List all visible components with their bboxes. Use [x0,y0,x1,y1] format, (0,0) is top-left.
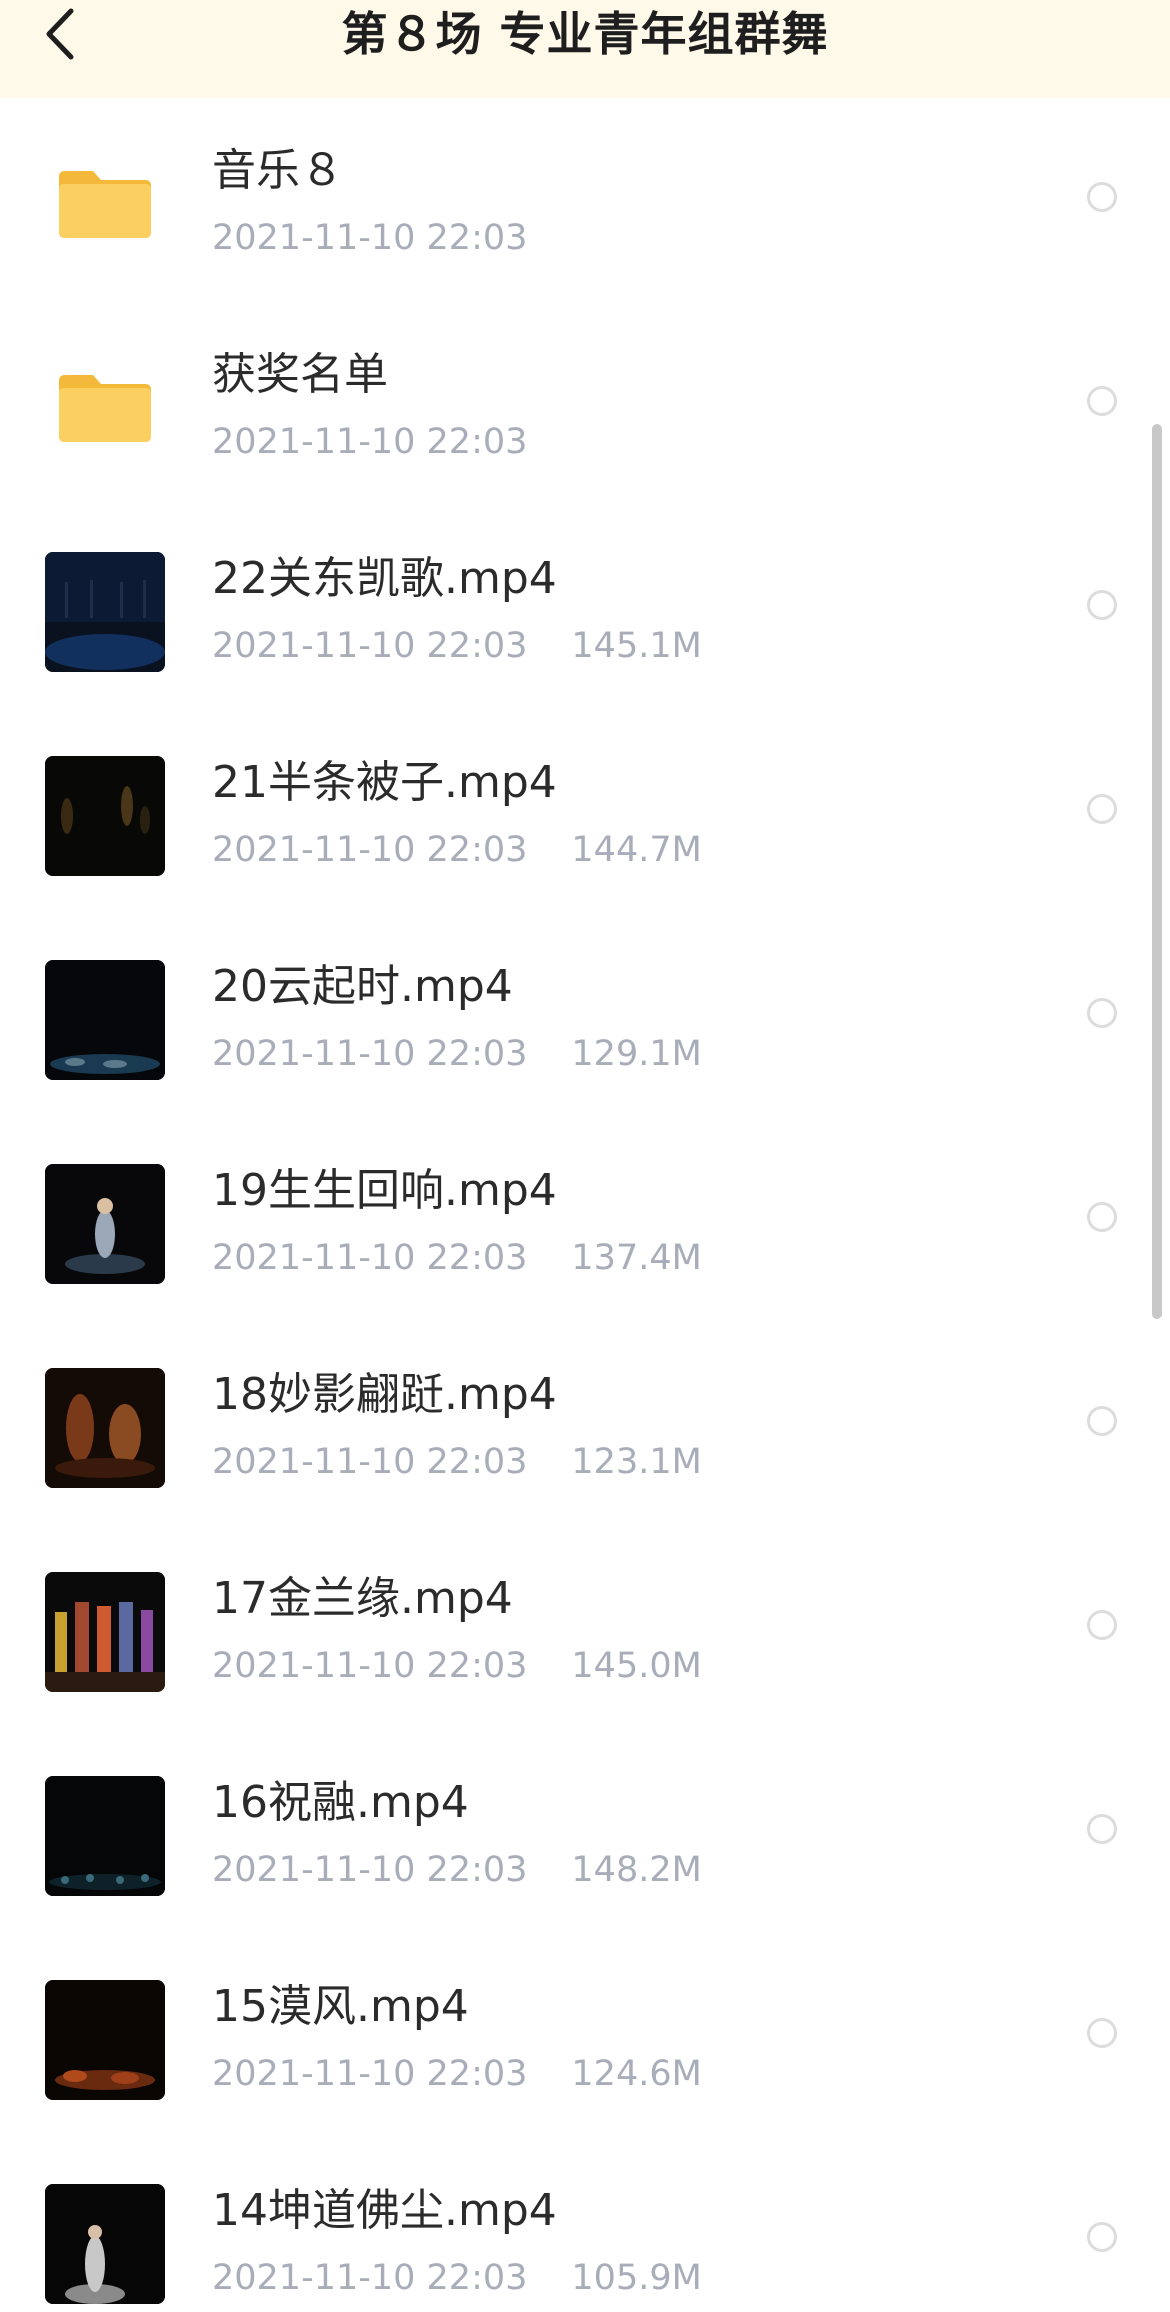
folder-icon [45,144,165,264]
file-name: 16祝融.mp4 [212,1777,469,1828]
file-name: 19生生回响.mp4 [212,1165,557,1216]
file-size: 148.2M [571,1850,702,1890]
file-name: 21半条被子.mp4 [212,757,557,808]
file-list: 音乐８ 2021-11-10 22:03 获奖名单 2021-11-10 22:… [0,98,1170,2312]
file-name: 14坤道佛尘.mp4 [212,2185,557,2236]
list-item[interactable]: 19生生回响.mp4 2021-11-10 22:03 137.4M [0,1118,1170,1322]
page-title: 第８场 专业青年组群舞 [341,7,829,61]
file-date: 2021-11-10 22:03 [212,2258,528,2298]
file-date: 2021-11-10 22:03 [212,626,528,666]
select-radio[interactable] [1087,386,1117,416]
list-item[interactable]: 15漠风.mp4 2021-11-10 22:03 124.6M [0,1934,1170,2138]
list-item[interactable]: 20云起时.mp4 2021-11-10 22:03 129.1M [0,914,1170,1118]
list-item[interactable]: 18妙影翩跹.mp4 2021-11-10 22:03 123.1M [0,1322,1170,1526]
file-date: 2021-11-10 22:03 [212,1646,528,1686]
select-radio[interactable] [1087,998,1117,1028]
file-date: 2021-11-10 22:03 [212,218,528,258]
select-radio[interactable] [1087,182,1117,212]
file-meta: 2021-11-10 22:03 124.6M [212,2054,702,2094]
file-date: 2021-11-10 22:03 [212,1034,528,1074]
list-item[interactable]: 17金兰缘.mp4 2021-11-10 22:03 145.0M [0,1526,1170,1730]
file-name: 22关东凯歌.mp4 [212,553,557,604]
list-item[interactable]: 22关东凯歌.mp4 2021-11-10 22:03 145.1M [0,506,1170,710]
file-size: 144.7M [571,830,702,870]
file-meta: 2021-11-10 22:03 123.1M [212,1442,702,1482]
vertical-scrollbar[interactable] [1152,424,1162,1319]
file-size: 124.6M [571,2054,702,2094]
file-meta: 2021-11-10 22:03 129.1M [212,1034,702,1074]
file-meta: 2021-11-10 22:03 105.9M [212,2258,702,2298]
select-radio[interactable] [1087,590,1117,620]
file-date: 2021-11-10 22:03 [212,830,528,870]
list-item[interactable]: 21半条被子.mp4 2021-11-10 22:03 144.7M [0,710,1170,914]
file-name: 18妙影翩跹.mp4 [212,1369,557,1420]
video-thumbnail [45,2184,165,2304]
select-radio[interactable] [1087,1814,1117,1844]
file-size: 123.1M [571,1442,702,1482]
file-meta: 2021-11-10 22:03 145.1M [212,626,702,666]
file-size: 105.9M [571,2258,702,2298]
file-date: 2021-11-10 22:03 [212,2054,528,2094]
select-radio[interactable] [1087,1406,1117,1436]
file-size: 137.4M [571,1238,702,1278]
video-thumbnail [45,552,165,672]
file-list-screen: 第８场 专业青年组群舞 音乐８ 2021-11-10 22:03 获奖名单 20… [0,0,1170,2312]
file-meta: 2021-11-10 22:03 145.0M [212,1646,702,1686]
file-meta: 2021-11-10 22:03 [212,422,527,462]
file-meta: 2021-11-10 22:03 137.4M [212,1238,702,1278]
list-item[interactable]: 获奖名单 2021-11-10 22:03 [0,302,1170,506]
file-date: 2021-11-10 22:03 [212,1442,528,1482]
file-size: 145.0M [571,1646,702,1686]
list-item[interactable]: 14坤道佛尘.mp4 2021-11-10 22:03 105.9M [0,2138,1170,2312]
file-size: 129.1M [571,1034,702,1074]
video-thumbnail [45,1980,165,2100]
video-thumbnail [45,756,165,876]
video-thumbnail [45,1368,165,1488]
file-date: 2021-11-10 22:03 [212,1238,528,1278]
file-size: 145.1M [571,626,702,666]
video-thumbnail [45,1572,165,1692]
video-thumbnail [45,960,165,1080]
file-meta: 2021-11-10 22:03 148.2M [212,1850,702,1890]
file-name: 17金兰缘.mp4 [212,1573,513,1624]
select-radio[interactable] [1087,2018,1117,2048]
file-date: 2021-11-10 22:03 [212,1850,528,1890]
file-meta: 2021-11-10 22:03 [212,218,527,258]
select-radio[interactable] [1087,794,1117,824]
file-meta: 2021-11-10 22:03 144.7M [212,830,702,870]
header-bar: 第８场 专业青年组群舞 [0,0,1170,98]
select-radio[interactable] [1087,1610,1117,1640]
video-thumbnail [45,1164,165,1284]
select-radio[interactable] [1087,1202,1117,1232]
select-radio[interactable] [1087,2222,1117,2252]
file-name: 15漠风.mp4 [212,1981,469,2032]
list-item[interactable]: 16祝融.mp4 2021-11-10 22:03 148.2M [0,1730,1170,1934]
folder-icon [45,348,165,468]
file-name: 20云起时.mp4 [212,961,513,1012]
file-name: 获奖名单 [212,349,388,400]
list-item[interactable]: 音乐８ 2021-11-10 22:03 [0,98,1170,302]
file-date: 2021-11-10 22:03 [212,422,528,462]
video-thumbnail [45,1776,165,1896]
file-name: 音乐８ [212,145,344,196]
